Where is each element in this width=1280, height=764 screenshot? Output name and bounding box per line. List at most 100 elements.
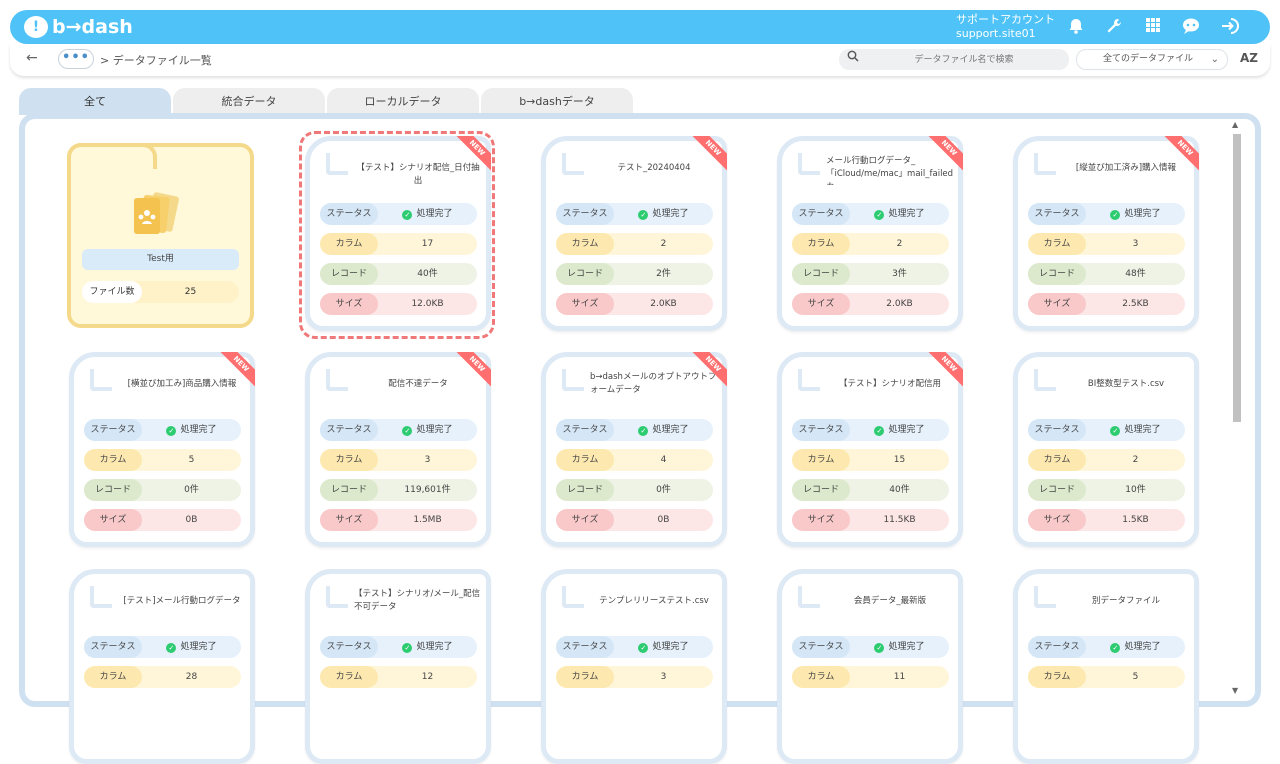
- new-ribbon: NEW: [927, 352, 963, 388]
- search-icon: [847, 50, 859, 66]
- size-value: 2.5KB: [1122, 299, 1149, 309]
- record-label: レコード: [320, 479, 378, 501]
- status-text: 処理完了: [180, 642, 217, 652]
- file-card[interactable]: 【テスト】シナリオ/メール_配信不可データ ステータス ✓ 処理完了 カラム 12: [305, 569, 491, 764]
- tab-integrated-data[interactable]: 統合データ: [173, 88, 325, 115]
- file-title: 別データファイル: [1091, 596, 1160, 606]
- record-value: 3件: [892, 269, 907, 279]
- file-card[interactable]: 【テスト】シナリオ配信_日付抽出 NEW ステータス ✓ 処理完了 カラム 17 レコード 40…: [305, 136, 491, 331]
- file-title: 会員データ_最新版: [853, 596, 927, 606]
- status-text: 処理完了: [1124, 209, 1161, 219]
- status-text: 処理完了: [888, 642, 925, 652]
- size-row: サイズ 0B: [84, 509, 241, 531]
- tab-all[interactable]: 全て: [19, 88, 171, 115]
- record-label: レコード: [1028, 263, 1086, 285]
- app-logo[interactable]: ! b→dash: [24, 15, 133, 39]
- status-label: ステータス: [556, 203, 614, 225]
- status-row: ステータス ✓ 処理完了: [792, 203, 949, 225]
- scroll-up-icon[interactable]: ▲: [1232, 120, 1238, 129]
- new-badge: NEW: [219, 352, 255, 388]
- status-value: ✓ 処理完了: [142, 419, 241, 441]
- status-row: ステータス ✓ 処理完了: [1028, 636, 1185, 658]
- status-label: ステータス: [320, 203, 378, 225]
- sort-az-button[interactable]: AZ: [1240, 51, 1258, 65]
- record-label: レコード: [556, 263, 614, 285]
- wrench-icon[interactable]: [1104, 17, 1124, 37]
- column-row: カラム 3: [556, 666, 713, 688]
- status-value: ✓ 処理完了: [1086, 419, 1185, 441]
- file-card[interactable]: 配信不達データ NEW ステータス ✓ 処理完了 カラム 3 レコード 119,601件 サイズ 1…: [305, 352, 491, 547]
- record-row: レコード 0件: [556, 479, 713, 501]
- size-value: 1.5MB: [413, 515, 442, 525]
- status-value: ✓ 処理完了: [1086, 636, 1185, 658]
- file-card[interactable]: [テスト]メール行動ログデータ ステータス ✓ 処理完了 カラム 28: [69, 569, 255, 764]
- more-button[interactable]: •••: [58, 49, 94, 69]
- column-label: カラム: [320, 666, 378, 688]
- file-card[interactable]: [横並び加工み]商品購入情報 NEW ステータス ✓ 処理完了 カラム 5 レコード 0件 サイズ…: [69, 352, 255, 547]
- file-card[interactable]: BI整数型テスト.csv ステータス ✓ 処理完了 カラム 2 レコード 10件 サイズ 1.5K…: [1013, 352, 1199, 547]
- file-card[interactable]: 【テスト】シナリオ配信用 NEW ステータス ✓ 処理完了 カラム 15 レコード 40件 サイズ…: [777, 352, 963, 547]
- file-corner-icon: [562, 153, 584, 175]
- account-info[interactable]: サポートアカウント support.site01: [956, 13, 1055, 41]
- scrollbar[interactable]: ▲ ▼: [1230, 120, 1242, 698]
- check-circle-icon: ✓: [874, 210, 885, 220]
- size-value: 0B: [657, 515, 670, 525]
- status-label: ステータス: [1028, 203, 1086, 225]
- scrollbar-thumb[interactable]: [1233, 134, 1241, 422]
- file-card[interactable]: テンプレリリーステスト.csv ステータス ✓ 処理完了 カラム 3: [541, 569, 727, 764]
- file-corner-icon: [326, 153, 348, 175]
- file-card[interactable]: 別データファイル ステータス ✓ 処理完了 カラム 5: [1013, 569, 1199, 764]
- column-value: 2: [660, 239, 667, 249]
- column-label: カラム: [84, 666, 142, 688]
- tab-bdash-data[interactable]: b→dashデータ: [481, 88, 633, 115]
- column-row: カラム 2: [792, 233, 949, 255]
- status-row: ステータス ✓ 処理完了: [320, 419, 477, 441]
- column-row: カラム 28: [84, 666, 241, 688]
- size-row: サイズ 2.5KB: [1028, 293, 1185, 315]
- size-label: サイズ: [792, 293, 850, 315]
- chat-bot-icon[interactable]: [1181, 17, 1201, 37]
- folder-files-icon: [130, 190, 190, 238]
- scroll-down-icon[interactable]: ▼: [1232, 686, 1238, 695]
- file-type-select[interactable]: 全てのデータファイル ⌄: [1076, 49, 1228, 70]
- new-ribbon: NEW: [455, 352, 491, 388]
- file-card[interactable]: b→dashメールのオプトアウトフォームデータ NEW ステータス ✓ 処理完了 カラム 4…: [541, 352, 727, 547]
- file-corner-icon: [90, 369, 112, 391]
- logout-icon[interactable]: [1220, 17, 1240, 37]
- bell-icon[interactable]: [1066, 17, 1086, 37]
- file-corner-icon: [798, 586, 820, 608]
- status-text: 処理完了: [652, 642, 689, 652]
- file-card[interactable]: [縦並び加工済み]購入情報 NEW ステータス ✓ 処理完了 カラム 3 レコード 48件 サイズ…: [1013, 136, 1199, 331]
- search-box[interactable]: [839, 49, 1069, 70]
- column-value: 5: [188, 455, 195, 465]
- column-label: カラム: [556, 449, 614, 471]
- tab-local-data[interactable]: ローカルデータ: [327, 88, 479, 115]
- status-label: ステータス: [84, 636, 142, 658]
- record-value: 119,601件: [404, 485, 451, 495]
- file-corner-icon: [1034, 369, 1056, 391]
- file-card[interactable]: メール行動ログデータ_「iCloud/me/mac」mail_failedカ…N…: [777, 136, 963, 331]
- status-row: ステータス ✓ 処理完了: [1028, 203, 1185, 225]
- file-card[interactable]: 会員データ_最新版 ステータス ✓ 処理完了 カラム 11: [777, 569, 963, 764]
- status-label: ステータス: [84, 419, 142, 441]
- size-row: サイズ 1.5MB: [320, 509, 477, 531]
- file-title: 【テスト】シナリオ/メール_配信不可データ: [354, 589, 481, 612]
- grid-icon[interactable]: [1143, 17, 1163, 37]
- record-value: 0件: [656, 485, 671, 495]
- back-arrow-icon[interactable]: ←: [26, 50, 38, 66]
- new-badge: NEW: [927, 352, 963, 388]
- breadcrumb: > データファイル一覧: [100, 54, 212, 67]
- column-label: カラム: [84, 449, 142, 471]
- file-card[interactable]: テスト_20240404 NEW ステータス ✓ 処理完了 カラム 2 レコード 2件 サイズ 2.…: [541, 136, 727, 331]
- status-label: ステータス: [320, 419, 378, 441]
- chevron-down-icon: ⌄: [1210, 54, 1219, 65]
- status-text: 処理完了: [652, 425, 689, 435]
- record-label: レコード: [792, 479, 850, 501]
- status-text: 処理完了: [416, 209, 453, 219]
- status-label: ステータス: [556, 419, 614, 441]
- search-input[interactable]: [869, 51, 1059, 68]
- column-value: 17: [421, 239, 434, 249]
- column-value: 3: [424, 455, 431, 465]
- account-name: サポートアカウント: [956, 13, 1055, 26]
- column-label: カラム: [1028, 666, 1086, 688]
